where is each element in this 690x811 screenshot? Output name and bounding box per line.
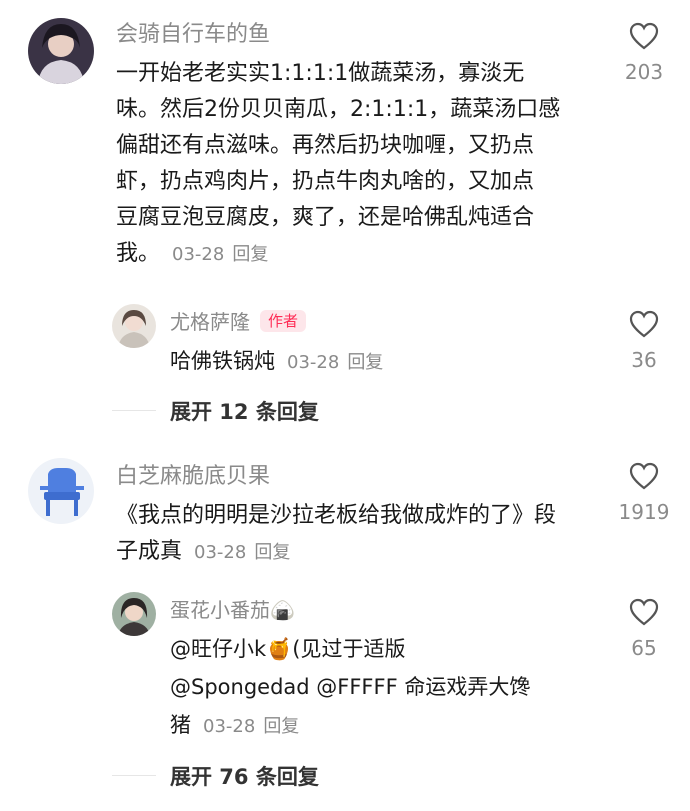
comment-date: 03-28 [287,352,340,373]
reply-text: @旺仔小k🍯(见过于适版 @Spongedad @FFFFF 命运戏弄大馋 猪0… [170,630,590,746]
comment-text-line: 一开始老老实实1:1:1:1做蔬菜汤，寡淡无 [116,61,525,86]
divider [112,410,156,411]
like-count: 203 [624,60,664,84]
avatar[interactable] [112,304,156,348]
heart-outline-icon[interactable] [629,598,659,626]
comment-meta: 03-28 回复 [194,542,290,563]
comment-meta: 03-28 回复 [172,244,268,265]
like-count: 1919 [618,500,670,524]
avatar[interactable] [112,592,156,636]
reply-text-line: @Spongedad @FFFFF 命运戏弄大馋 [170,675,531,699]
comment-username[interactable]: 会骑自行车的鱼 [116,20,270,50]
like-count: 36 [631,348,657,372]
like-button[interactable]: 65 [604,598,684,660]
avatar[interactable] [28,18,94,84]
reply-text-line: @旺仔小k🍯(见过于适版 [170,637,406,661]
expand-replies-button[interactable]: 展开 12 条回复 [170,396,319,426]
comment-text: 《我点的明明是沙拉老板给我做成炸的了》段 子成真 03-28 回复 [116,498,606,571]
like-count: 65 [631,636,657,660]
comment-username[interactable]: 白芝麻脆底贝果 [116,462,270,492]
divider [112,775,156,776]
comment-meta: 03-28 回复 [287,352,383,373]
like-button[interactable]: 1919 [604,462,684,524]
reply-button[interactable]: 回复 [254,542,290,563]
comment-meta: 03-28 回复 [203,716,299,737]
comment-text-line: 虾，扔点鸡肉片，扔点牛肉丸啥的，又加点 [116,169,535,194]
expand-replies-button[interactable]: 展开 76 条回复 [170,761,319,791]
comment-date: 03-28 [172,244,225,265]
like-button[interactable]: 36 [604,310,684,372]
comment-text-line: 偏甜还有点滋味。再然后扔块咖喱，又扔点 [116,133,535,158]
comment-text-line: 《我点的明明是沙拉老板给我做成炸的了》段 [116,503,557,528]
author-badge: 作者 [260,310,307,332]
comment-date: 03-28 [194,542,247,563]
reply-button[interactable]: 回复 [263,716,299,737]
comment-text: 一开始老老实实1:1:1:1做蔬菜汤，寡淡无 味。然后2份贝贝南瓜，2:1:1:… [116,56,586,273]
comment-text-line: 子成真 03-28 回复 [116,539,291,564]
heart-outline-icon[interactable] [629,462,659,490]
reply-text-line: 猪 03-28 回复 [170,713,300,737]
comment-text-line: 味。然后2份贝贝南瓜，2:1:1:1，蔬菜汤口感 [116,97,561,122]
comment-text-line: 我。 03-28 回复 [116,241,269,266]
reply-username[interactable]: 尤格萨隆 作者 [170,308,307,336]
heart-outline-icon[interactable] [629,22,659,50]
comment-text-line: 豆腐豆泡豆腐皮，爽了，还是哈佛乱炖适合 [116,205,535,230]
heart-outline-icon[interactable] [629,310,659,338]
reply-username[interactable]: 蛋花小番茄🍙 [170,596,295,624]
reply-button[interactable]: 回复 [232,244,268,265]
reply-button[interactable]: 回复 [347,352,383,373]
like-button[interactable]: 203 [604,22,684,84]
reply-text: 哈佛铁锅炖 03-28 回复 [170,349,384,373]
avatar[interactable] [28,458,94,524]
comment-date: 03-28 [203,716,256,737]
